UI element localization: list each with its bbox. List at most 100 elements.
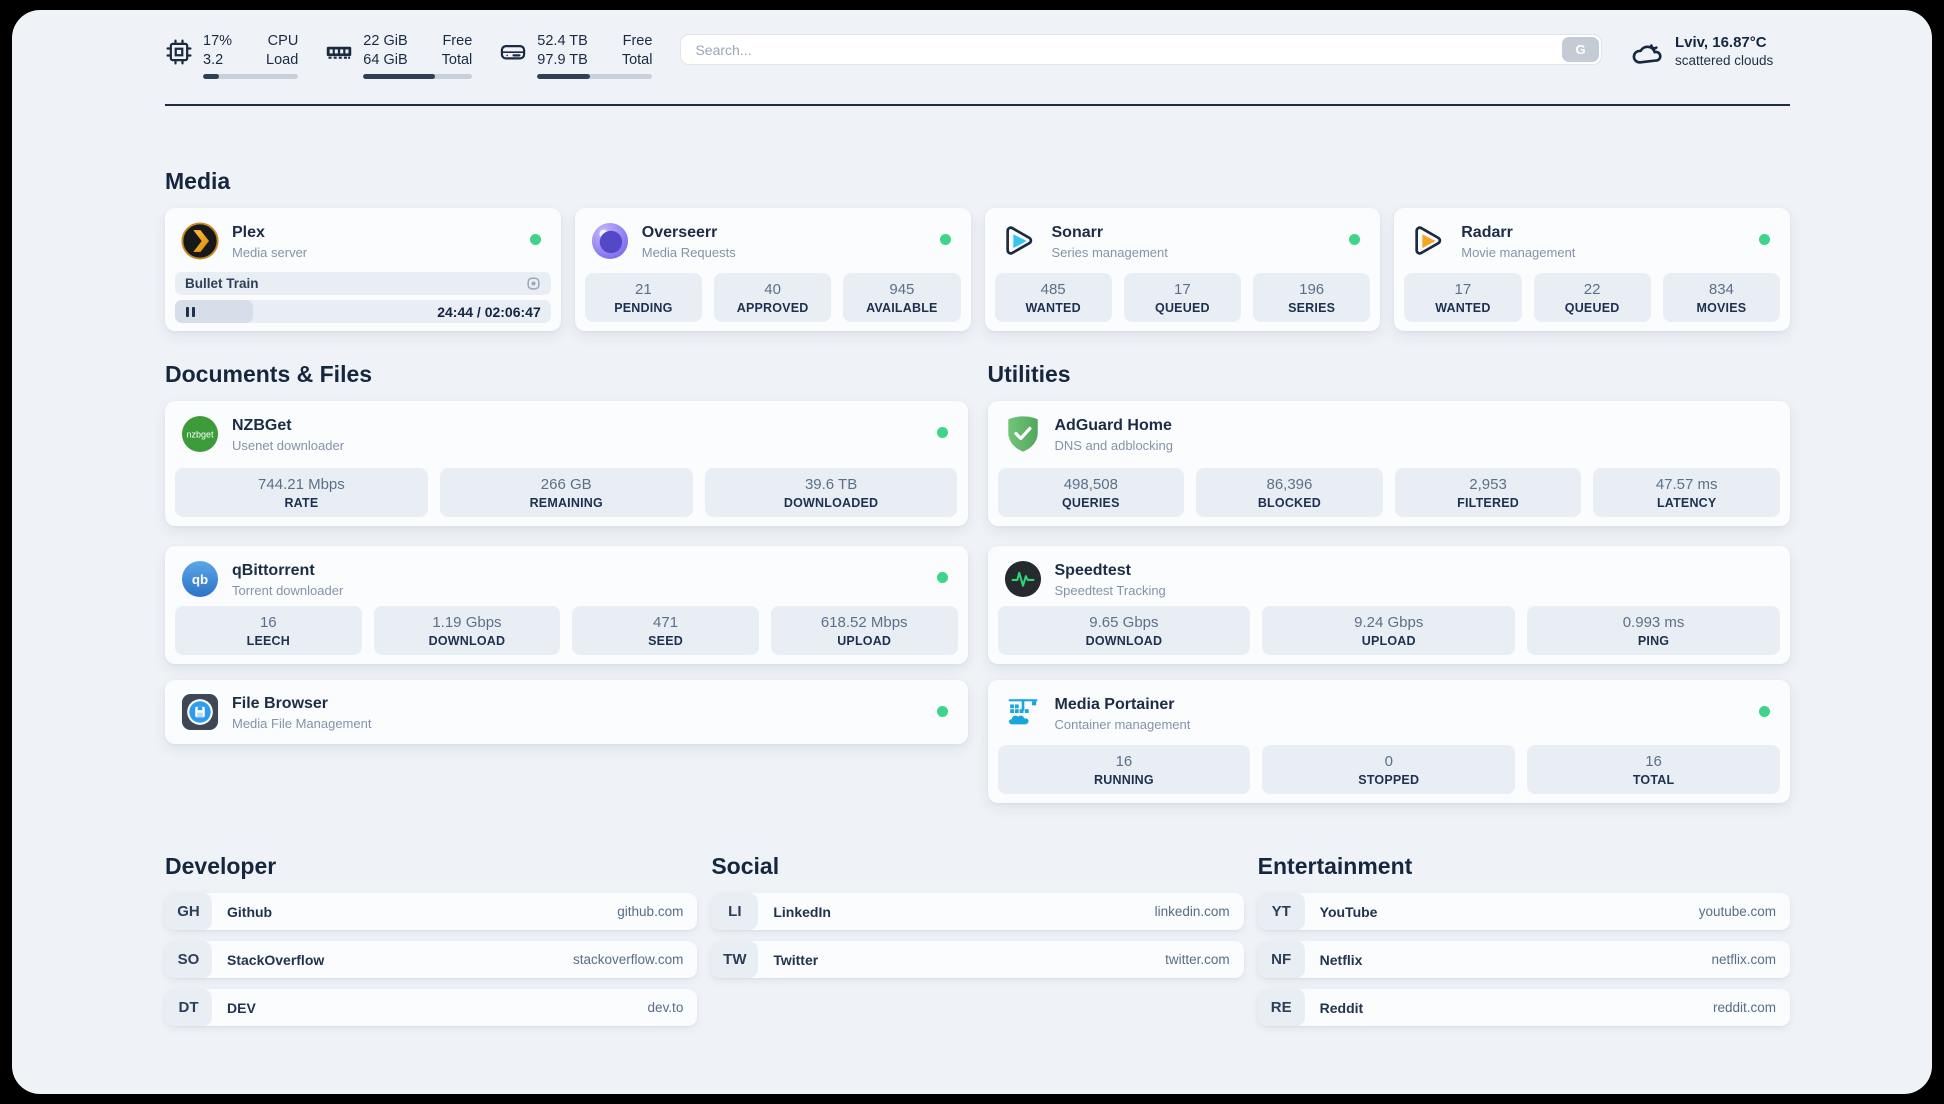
link-reddit[interactable]: RE Reddit reddit.com	[1257, 989, 1790, 1027]
cpu-progressbar	[203, 74, 299, 80]
stat-box: 0 STOPPED	[1262, 745, 1516, 795]
link-name: Github	[227, 903, 273, 920]
stat-box: 22 QUEUED	[1533, 273, 1651, 323]
app-name: Radarr	[1461, 223, 1513, 241]
stat-box: 21 PENDING	[584, 273, 702, 323]
disk-values: 52.4 TB 97.9 TB	[537, 33, 588, 69]
app-desc: Media File Management	[232, 715, 372, 731]
app-name: NZBGet	[232, 416, 292, 434]
stat-box: 9.24 Gbps UPLOAD	[1262, 606, 1516, 656]
stat-box: 39.6 TB DOWNLOADED	[704, 468, 958, 518]
pause-icon	[186, 306, 189, 317]
developer-section: Developer GH Github github.com SO StackO…	[165, 853, 698, 1037]
search-input[interactable]	[680, 34, 1602, 65]
link-name: StackOverflow	[227, 951, 325, 968]
status-dot	[936, 706, 948, 718]
disk-labels: Free Total	[621, 33, 653, 69]
app-card-qbittorrent[interactable]: qb qBittorrent Torrent downloader 16 LEEC…	[165, 546, 968, 665]
section-title-documents: Documents & Files	[165, 361, 373, 388]
link-abbr: TW	[711, 941, 759, 979]
entertainment-section: Entertainment YT YouTube youtube.com NF …	[1257, 853, 1790, 1037]
documents-column: nzbget NZBGet Usenet downloader 744.21 M…	[165, 401, 968, 745]
media-grid: Plex Media server Bullet Train 24:44 / 0…	[165, 208, 1790, 332]
stat-box: 17 QUEUED	[1123, 273, 1241, 323]
app-card-adguard[interactable]: AdGuard Home DNS and adblocking 498,508 Q…	[987, 401, 1790, 527]
stat-box: 498,508 QUERIES	[997, 468, 1185, 518]
app-desc: Movie management	[1461, 244, 1576, 260]
link-dev[interactable]: DT DEV dev.to	[165, 989, 698, 1027]
stat-box: 485 WANTED	[994, 273, 1112, 323]
search-bar: G	[680, 34, 1602, 65]
app-name: AdGuard Home	[1054, 416, 1172, 434]
app-name: Sonarr	[1051, 223, 1104, 241]
plex-icon	[181, 222, 219, 260]
section-title-media: Media	[165, 168, 231, 195]
link-youtube[interactable]: YT YouTube youtube.com	[1257, 893, 1790, 931]
stat-box: 0.993 ms PING	[1527, 606, 1780, 656]
portainer-icon	[1008, 699, 1037, 725]
now-playing-row: Bullet Train	[175, 272, 551, 296]
link-twitter[interactable]: TW Twitter twitter.com	[711, 941, 1244, 979]
section-title-social: Social	[711, 853, 780, 880]
app-card-nzbget[interactable]: nzbget NZBGet Usenet downloader 744.21 M…	[165, 401, 968, 527]
ram-progress-fill	[363, 74, 436, 80]
player-progress-chip	[175, 300, 253, 324]
link-name: LinkedIn	[773, 903, 831, 920]
stat-box: 86,396 BLOCKED	[1196, 468, 1383, 518]
stat-box: 2,953 FILTERED	[1394, 468, 1582, 518]
section-title-entertainment: Entertainment	[1257, 853, 1413, 880]
ram-labels: Free Total	[441, 33, 473, 69]
app-card-radarr[interactable]: Radarr Movie management 17 WANTED 22 QUEUE…	[1394, 208, 1790, 332]
stat-box: 196 SERIES	[1253, 273, 1371, 323]
system-stats: 17% 3.2 CPU Load 22 GiB 64 GiB Free Total	[165, 32, 653, 80]
weather-widget: Lviv, 16.87°C scattered clouds	[1630, 32, 1790, 70]
filebrowser-icon	[181, 694, 219, 731]
social-section: Social LI LinkedIn linkedin.com TW Twitt…	[711, 853, 1244, 1037]
disk-progress-fill	[537, 74, 591, 80]
cpu-labels: CPU Load	[266, 33, 299, 69]
app-card-portainer[interactable]: Media Portainer Container management 16 R…	[987, 680, 1790, 804]
link-netflix[interactable]: NF Netflix netflix.com	[1257, 941, 1790, 979]
camera-icon[interactable]	[526, 276, 541, 291]
link-name: Netflix	[1319, 951, 1363, 968]
app-desc: Media Requests	[641, 244, 736, 260]
dashboard-page: 17% 3.2 CPU Load 22 GiB 64 GiB Free Total	[12, 10, 1932, 1094]
app-desc: Series management	[1051, 244, 1168, 260]
stat-box: 17 WANTED	[1404, 273, 1522, 323]
qbittorrent-icon: qb	[181, 561, 219, 598]
stat-box: 40 APPROVED	[714, 273, 832, 323]
link-name: Twitter	[773, 951, 819, 968]
app-desc: DNS and adblocking	[1054, 437, 1174, 453]
player-progress-row: 24:44 / 02:06:47	[175, 300, 551, 324]
app-card-sonarr[interactable]: Sonarr Series management 485 WANTED 17 QUE…	[984, 208, 1381, 332]
app-name: qBittorrent	[232, 561, 315, 579]
weather-location: Lviv, 16.87°C	[1675, 34, 1767, 51]
app-name: File Browser	[232, 694, 329, 712]
link-github[interactable]: GH Github github.com	[165, 893, 698, 931]
app-card-filebrowser[interactable]: File Browser Media File Management	[165, 680, 968, 745]
app-card-plex[interactable]: Plex Media server Bullet Train 24:44 / 0…	[165, 208, 561, 332]
stat-box: 618.52 Mbps UPLOAD	[770, 606, 958, 656]
stat-box: 9.65 Gbps DOWNLOAD	[997, 606, 1251, 656]
app-card-overseerr[interactable]: Overseerr Media Requests 21 PENDING 40 APP…	[574, 208, 971, 332]
link-linkedin[interactable]: LI LinkedIn linkedin.com	[711, 893, 1244, 931]
app-desc: Usenet downloader	[232, 437, 345, 453]
nzbget-icon: nzbget	[181, 416, 219, 453]
ram-values: 22 GiB 64 GiB	[363, 33, 408, 69]
link-stackoverflow[interactable]: SO StackOverflow stackoverflow.com	[165, 941, 698, 979]
app-desc: Speedtest Tracking	[1054, 582, 1166, 598]
link-name: Reddit	[1319, 999, 1364, 1016]
weather-condition: scattered clouds	[1675, 53, 1774, 68]
link-url: dev.to	[647, 1000, 684, 1016]
svg-text:qb: qb	[192, 572, 208, 587]
header-divider	[165, 104, 1790, 107]
app-card-speedtest[interactable]: Speedtest Speedtest Tracking 9.65 Gbps DO…	[987, 546, 1790, 665]
section-title-utilities: Utilities	[987, 361, 1071, 388]
search-engine-button[interactable]: G	[1562, 37, 1599, 62]
link-abbr: NF	[1257, 941, 1305, 979]
stat-box: 16 RUNNING	[997, 745, 1251, 795]
app-name: Media Portainer	[1054, 695, 1175, 713]
app-name: Plex	[232, 223, 265, 241]
header: 17% 3.2 CPU Load 22 GiB 64 GiB Free Total	[165, 10, 1790, 80]
utilities-column: AdGuard Home DNS and adblocking 498,508 Q…	[987, 401, 1790, 804]
